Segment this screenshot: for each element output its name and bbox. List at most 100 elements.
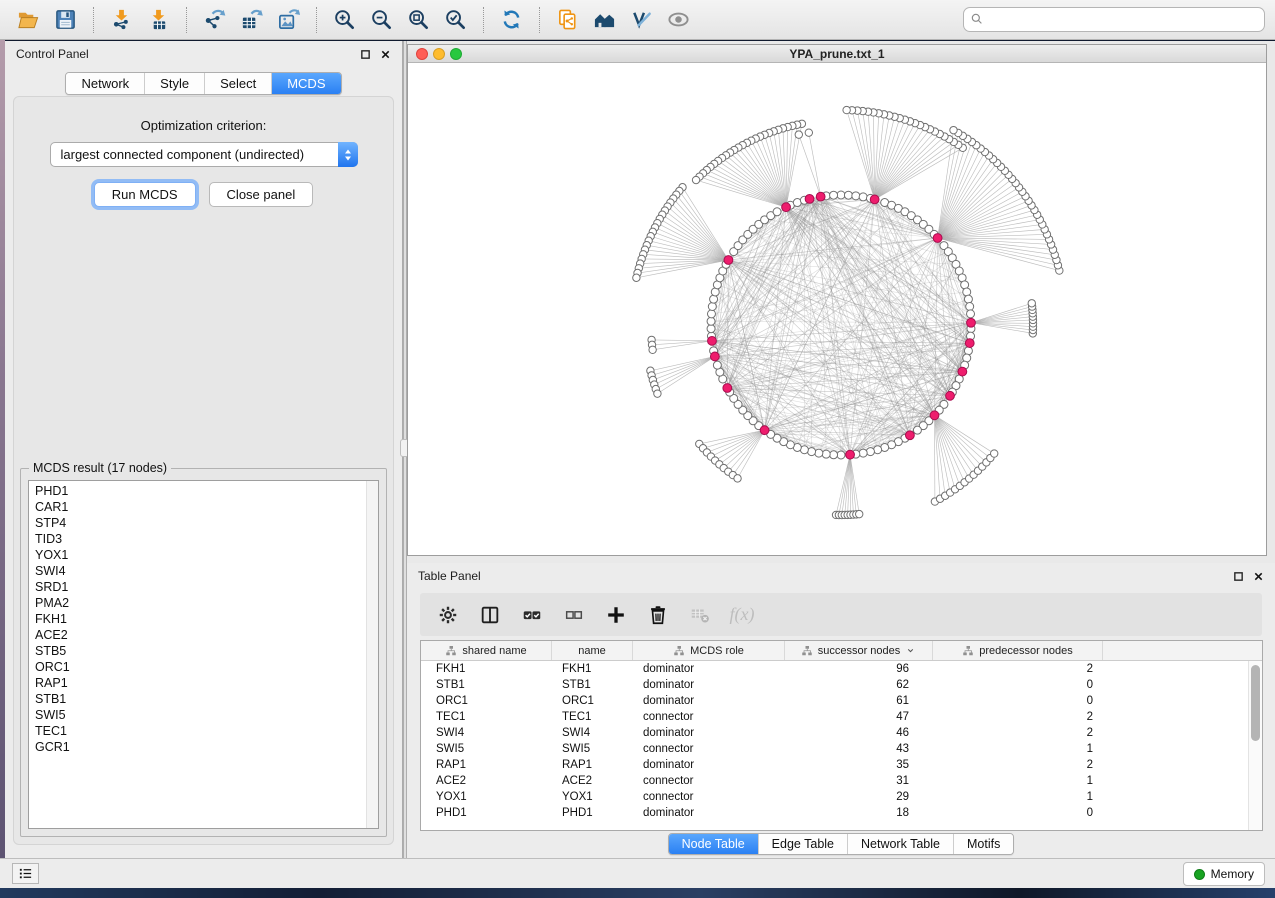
mcds-hub-node[interactable] xyxy=(965,339,974,348)
tab-edge-table[interactable]: Edge Table xyxy=(758,834,847,854)
table-row[interactable]: STB1STB1dominator620 xyxy=(421,677,1248,693)
save-session-button[interactable] xyxy=(47,4,84,36)
table-row[interactable]: SWI4SWI4dominator462 xyxy=(421,725,1248,741)
network-homes-button[interactable] xyxy=(586,4,623,36)
mcds-hub-node[interactable] xyxy=(724,256,733,265)
delete-table-button[interactable] xyxy=(682,598,718,632)
mcds-hub-node[interactable] xyxy=(723,384,732,393)
table-row[interactable]: ORC1ORC1dominator610 xyxy=(421,693,1248,709)
column-header-shared-name[interactable]: shared name xyxy=(421,641,552,660)
mcds-result-item[interactable]: TEC1 xyxy=(35,723,378,739)
mcds-hub-node[interactable] xyxy=(930,411,939,420)
network-window-titlebar[interactable]: YPA_prune.txt_1 xyxy=(408,45,1266,63)
open-session-button[interactable] xyxy=(10,4,47,36)
tab-select[interactable]: Select xyxy=(204,73,271,94)
mcds-hub-node[interactable] xyxy=(782,203,791,212)
mcds-result-item[interactable]: YOX1 xyxy=(35,547,378,563)
mcds-hub-node[interactable] xyxy=(933,234,942,243)
column-header-MCDS-role[interactable]: MCDS role xyxy=(633,641,785,660)
table-row[interactable]: FKH1FKH1dominator962 xyxy=(421,661,1248,677)
zoom-in-button[interactable] xyxy=(326,4,363,36)
mcds-result-item[interactable]: SRD1 xyxy=(35,579,378,595)
import-network-button[interactable] xyxy=(103,4,140,36)
add-column-button[interactable] xyxy=(598,598,634,632)
close-panel-button[interactable]: Close panel xyxy=(209,182,314,207)
show-hide-eye-button[interactable] xyxy=(660,4,697,36)
mcds-result-item[interactable]: SWI5 xyxy=(35,707,378,723)
tab-style[interactable]: Style xyxy=(144,73,204,94)
mcds-result-item[interactable]: GCR1 xyxy=(35,739,378,755)
document-share-button[interactable] xyxy=(549,4,586,36)
mcds-result-item[interactable]: FKH1 xyxy=(35,611,378,627)
tab-mcds[interactable]: MCDS xyxy=(271,73,340,94)
run-mcds-button[interactable]: Run MCDS xyxy=(94,182,196,207)
refresh-view-button[interactable] xyxy=(493,4,530,36)
column-header-successor-nodes[interactable]: successor nodes xyxy=(785,641,933,660)
float-panel-icon[interactable] xyxy=(1233,571,1244,582)
mcds-result-item[interactable]: STB5 xyxy=(35,643,378,659)
mcds-hub-node[interactable] xyxy=(905,431,914,440)
criterion-dropdown[interactable]: largest connected component (undirected) xyxy=(50,142,358,167)
export-table-button[interactable] xyxy=(233,4,270,36)
export-image-button[interactable] xyxy=(270,4,307,36)
zoom-selected-button[interactable] xyxy=(437,4,474,36)
mcds-result-item[interactable]: STB1 xyxy=(35,691,378,707)
mcds-hub-node[interactable] xyxy=(805,194,814,203)
table-scrollbar-thumb[interactable] xyxy=(1251,665,1260,741)
table-scrollbar[interactable] xyxy=(1248,661,1262,830)
zoom-out-button[interactable] xyxy=(363,4,400,36)
mcds-result-item[interactable]: SWI4 xyxy=(35,563,378,579)
close-panel-icon[interactable] xyxy=(380,49,391,60)
task-history-button[interactable] xyxy=(12,863,39,884)
mcds-result-item[interactable]: TID3 xyxy=(35,531,378,547)
tab-node-table[interactable]: Node Table xyxy=(669,834,758,854)
deselect-all-button[interactable] xyxy=(556,598,592,632)
tab-motifs[interactable]: Motifs xyxy=(953,834,1013,854)
table-row[interactable]: TEC1TEC1connector472 xyxy=(421,709,1248,725)
mcds-result-item[interactable]: PMA2 xyxy=(35,595,378,611)
table-row[interactable]: PHD1PHD1dominator180 xyxy=(421,805,1248,821)
window-minimize-dot[interactable] xyxy=(433,48,445,60)
close-panel-icon[interactable] xyxy=(1253,571,1264,582)
mcds-hub-node[interactable] xyxy=(967,318,976,327)
mcds-result-item[interactable]: CAR1 xyxy=(35,499,378,515)
delete-column-button[interactable] xyxy=(640,598,676,632)
mcds-hub-node[interactable] xyxy=(846,450,855,459)
column-header-name[interactable]: name xyxy=(552,641,633,660)
float-panel-icon[interactable] xyxy=(360,49,371,60)
tab-network-table[interactable]: Network Table xyxy=(847,834,953,854)
mcds-hub-node[interactable] xyxy=(946,391,955,400)
memory-button[interactable]: Memory xyxy=(1183,862,1265,886)
mcds-hub-node[interactable] xyxy=(870,195,879,204)
sort-menu-icon[interactable] xyxy=(905,645,916,656)
zoom-fit-button[interactable] xyxy=(400,4,437,36)
search-input[interactable] xyxy=(963,7,1265,32)
mcds-result-item[interactable]: STP4 xyxy=(35,515,378,531)
mcds-hub-node[interactable] xyxy=(958,367,967,376)
mcds-hub-node[interactable] xyxy=(760,426,769,435)
mcds-result-item[interactable]: ORC1 xyxy=(35,659,378,675)
function-builder-button[interactable]: f(x) xyxy=(724,598,760,632)
mcds-hub-node[interactable] xyxy=(708,336,717,345)
settings-gear-button[interactable] xyxy=(430,598,466,632)
mcds-hub-node[interactable] xyxy=(816,192,825,201)
mcds-result-item[interactable]: RAP1 xyxy=(35,675,378,691)
window-zoom-dot[interactable] xyxy=(450,48,462,60)
table-row[interactable]: RAP1RAP1dominator352 xyxy=(421,757,1248,773)
tab-network[interactable]: Network xyxy=(66,73,144,94)
select-all-button[interactable] xyxy=(514,598,550,632)
table-row[interactable]: ACE2ACE2connector311 xyxy=(421,773,1248,789)
mcds-result-item[interactable]: PHD1 xyxy=(35,483,378,499)
column-layout-button[interactable] xyxy=(472,598,508,632)
import-table-button[interactable] xyxy=(140,4,177,36)
mcds-hub-node[interactable] xyxy=(710,352,719,361)
column-header-predecessor-nodes[interactable]: predecessor nodes xyxy=(933,641,1103,660)
table-row[interactable]: YOX1YOX1connector291 xyxy=(421,789,1248,805)
list-scrollbar[interactable] xyxy=(366,481,378,828)
export-network-button[interactable] xyxy=(196,4,233,36)
style-pen-button[interactable] xyxy=(623,4,660,36)
network-graph-canvas[interactable] xyxy=(408,63,1266,555)
mcds-result-item[interactable]: ACE2 xyxy=(35,627,378,643)
window-close-dot[interactable] xyxy=(416,48,428,60)
table-row[interactable]: SWI5SWI5connector431 xyxy=(421,741,1248,757)
